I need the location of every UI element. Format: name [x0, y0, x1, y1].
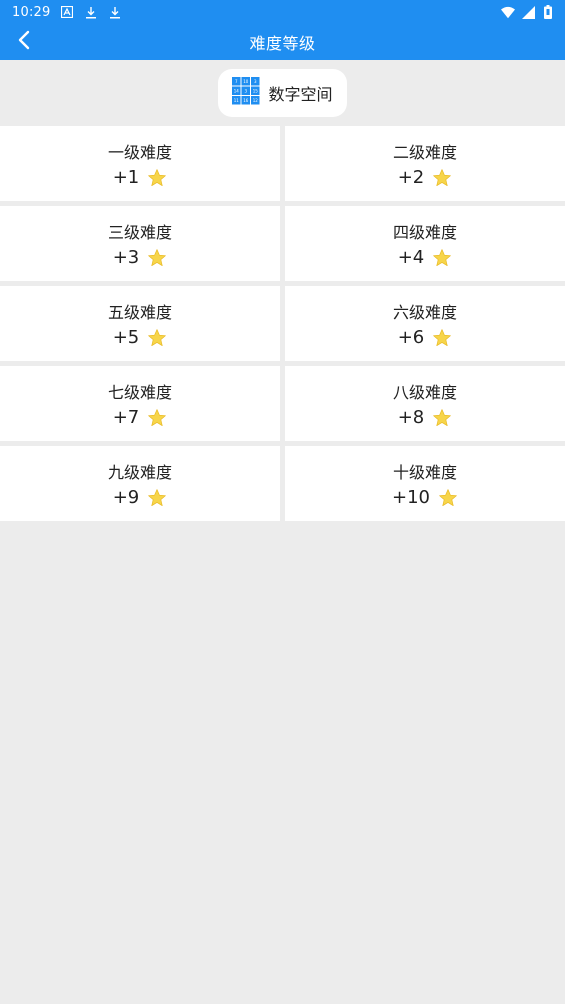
grid-number: 16 [244, 98, 250, 103]
level-card-4[interactable]: 四级难度 +4 [285, 206, 565, 281]
level-reward: +5 [113, 327, 168, 348]
level-title: 十级难度 [392, 463, 457, 482]
level-reward: +2 [398, 167, 453, 188]
number-grid-icon: 7 10 3 14 3 15 11 16 12 [232, 77, 260, 109]
reward-value: +2 [397, 167, 425, 188]
level-reward: +1 [113, 167, 168, 188]
star-icon [147, 168, 167, 188]
page-title: 难度等级 [249, 34, 316, 53]
reward-value: +7 [112, 407, 140, 428]
level-reward: +7 [113, 407, 168, 428]
chevron-left-icon [17, 30, 31, 54]
reward-value: +10 [392, 487, 430, 508]
grid-number: 7 [235, 79, 238, 84]
status-time: 10:29 [12, 4, 51, 20]
category-label: 数字空间 [268, 85, 333, 104]
star-icon [147, 408, 167, 428]
cell-signal-icon [521, 5, 535, 19]
star-icon [432, 168, 452, 188]
level-reward: +4 [398, 247, 453, 268]
level-card-7[interactable]: 七级难度 +7 [0, 366, 280, 441]
star-icon [432, 248, 452, 268]
level-reward: +6 [398, 327, 453, 348]
level-card-5[interactable]: 五级难度 +5 [0, 286, 280, 361]
grid-number: 11 [234, 98, 240, 103]
star-icon [147, 488, 167, 508]
wifi-icon [501, 5, 515, 19]
level-title: 一级难度 [107, 143, 172, 162]
a-box-icon [60, 5, 74, 19]
reward-value: +5 [112, 327, 140, 348]
level-card-6[interactable]: 六级难度 +6 [285, 286, 565, 361]
level-card-9[interactable]: 九级难度 +9 [0, 446, 280, 521]
category-chip[interactable]: 7 10 3 14 3 15 11 16 12 数字空间 [218, 69, 347, 117]
status-bar: 10:29 [0, 0, 565, 24]
download-icon [108, 5, 122, 19]
level-reward: +3 [113, 247, 168, 268]
star-icon [438, 488, 458, 508]
level-title: 六级难度 [392, 303, 457, 322]
level-reward: +9 [113, 487, 168, 508]
grid-number: 15 [253, 89, 259, 94]
reward-value: +6 [397, 327, 425, 348]
download-icon [84, 5, 98, 19]
reward-value: +1 [112, 167, 140, 188]
star-icon [147, 328, 167, 348]
star-icon [147, 248, 167, 268]
status-left: 10:29 [12, 5, 122, 20]
level-title: 九级难度 [107, 463, 172, 482]
level-card-10[interactable]: 十级难度 +10 [285, 446, 565, 521]
star-icon [432, 328, 452, 348]
level-title: 八级难度 [392, 383, 457, 402]
level-card-3[interactable]: 三级难度 +3 [0, 206, 280, 281]
grid-number: 14 [234, 89, 240, 94]
grid-number: 3 [254, 79, 257, 84]
grid-number: 12 [253, 98, 259, 103]
level-card-8[interactable]: 八级难度 +8 [285, 366, 565, 441]
reward-value: +4 [397, 247, 425, 268]
grid-number: 3 [245, 89, 248, 94]
level-reward: +8 [398, 407, 453, 428]
level-title: 二级难度 [392, 143, 457, 162]
level-grid: 一级难度 +1 二级难度 +2 三级难度 +3 四级难度 +4 五级难度 +5 六级难度 +6 七级难度… [0, 126, 565, 521]
level-title: 五级难度 [107, 303, 172, 322]
level-title: 四级难度 [392, 223, 457, 242]
grid-number: 10 [244, 79, 250, 84]
level-title: 七级难度 [107, 383, 172, 402]
category-row: 7 10 3 14 3 15 11 16 12 数字空间 [0, 60, 565, 126]
app-bar: 难度等级 [0, 24, 565, 60]
level-card-2[interactable]: 二级难度 +2 [285, 126, 565, 201]
back-button[interactable] [10, 28, 38, 56]
level-title: 三级难度 [107, 223, 172, 242]
star-icon [432, 408, 452, 428]
battery-icon [541, 5, 555, 19]
reward-value: +3 [112, 247, 140, 268]
level-reward: +10 [392, 487, 458, 508]
reward-value: +8 [397, 407, 425, 428]
level-card-1[interactable]: 一级难度 +1 [0, 126, 280, 201]
status-right [501, 5, 555, 19]
reward-value: +9 [112, 487, 140, 508]
